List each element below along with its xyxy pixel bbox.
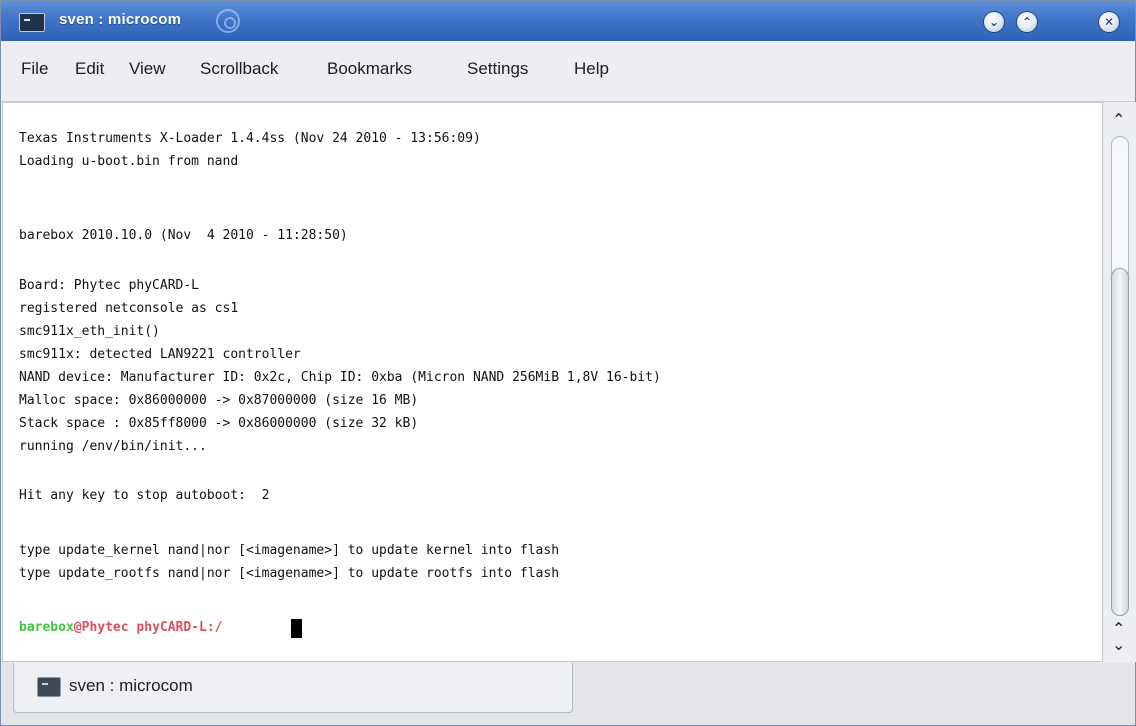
close-button[interactable]: ✕	[1099, 12, 1119, 32]
chevron-down-icon: ⌄	[988, 15, 1000, 29]
tab-label: sven : microcom	[69, 676, 193, 695]
prompt-suffix	[223, 620, 231, 635]
menu-settings[interactable]: Settings	[467, 59, 528, 79]
terminal-line: Hit any key to stop autoboot: 2	[19, 488, 270, 503]
menu-edit[interactable]: Edit	[75, 59, 104, 79]
scroll-down-icon[interactable]: ⌄	[1112, 637, 1125, 653]
scroll-thumb[interactable]	[1111, 268, 1129, 616]
scroll-up-icon[interactable]: ⌃	[1112, 621, 1125, 637]
prompt-user: barebox	[19, 620, 74, 635]
text-cursor	[291, 619, 302, 638]
menu-scrollback[interactable]: Scrollback	[200, 59, 278, 79]
menu-bar: File Edit View Scrollback Bookmarks Sett…	[1, 41, 1135, 102]
prompt-host: @Phytec phyCARD-L:/	[73, 620, 223, 635]
terminal-line: running /env/bin/init...	[19, 439, 207, 454]
terminal-line: Board: Phytec phyCARD-L	[19, 278, 200, 293]
konsole-spiral-icon	[216, 9, 240, 33]
terminal-line: barebox 2010.10.0 (Nov 4 2010 - 11:28:50…	[19, 228, 348, 243]
tab-bar: sven : microcom	[1, 663, 1135, 725]
terminal-line: Texas Instruments X-Loader 1.4.4ss (Nov …	[19, 131, 481, 146]
terminal-line: type update_rootfs nand|nor [<imagename>…	[19, 566, 560, 581]
scroll-up-icon[interactable]: ⌃	[1112, 110, 1125, 129]
vertical-scrollbar[interactable]: ⌃ ⌃ ⌄	[1104, 102, 1136, 662]
menu-help[interactable]: Help	[574, 59, 609, 79]
close-icon: ✕	[1103, 15, 1115, 29]
window-title: sven : microcom	[59, 11, 182, 28]
terminal-line: smc911x: detected LAN9221 controller	[19, 347, 301, 362]
chevron-up-icon: ⌃	[1021, 15, 1033, 29]
terminal-app-icon[interactable]	[19, 13, 45, 32]
terminal-icon	[37, 677, 61, 697]
minimize-button[interactable]: ⌄	[984, 12, 1004, 32]
menu-bookmarks[interactable]: Bookmarks	[327, 59, 412, 79]
terminal-line: registered netconsole as cs1	[19, 301, 239, 316]
menu-file[interactable]: File	[21, 59, 48, 79]
terminal-line: smc911x_eth_init()	[19, 324, 160, 339]
maximize-button[interactable]: ⌃	[1017, 12, 1037, 32]
terminal-line: NAND device: Manufacturer ID: 0x2c, Chip…	[19, 370, 661, 385]
title-bar[interactable]: sven : microcom ⌄ ⌃ ✕	[1, 1, 1135, 41]
terminal-output[interactable]: Texas Instruments X-Loader 1.4.4ss (Nov …	[2, 102, 1103, 662]
terminal-window: sven : microcom ⌄ ⌃ ✕ File Edit View Scr…	[0, 0, 1136, 726]
tab-sven-microcom[interactable]: sven : microcom	[13, 663, 573, 713]
terminal-line: Stack space : 0x85ff8000 -> 0x86000000 (…	[19, 416, 419, 431]
menu-view[interactable]: View	[129, 59, 166, 79]
terminal-line: type update_kernel nand|nor [<imagename>…	[19, 543, 560, 558]
terminal-line: Malloc space: 0x86000000 -> 0x87000000 (…	[19, 393, 419, 408]
shell-prompt: barebox@Phytec phyCARD-L:/	[19, 620, 230, 635]
terminal-line: Loading u-boot.bin from nand	[19, 154, 239, 169]
